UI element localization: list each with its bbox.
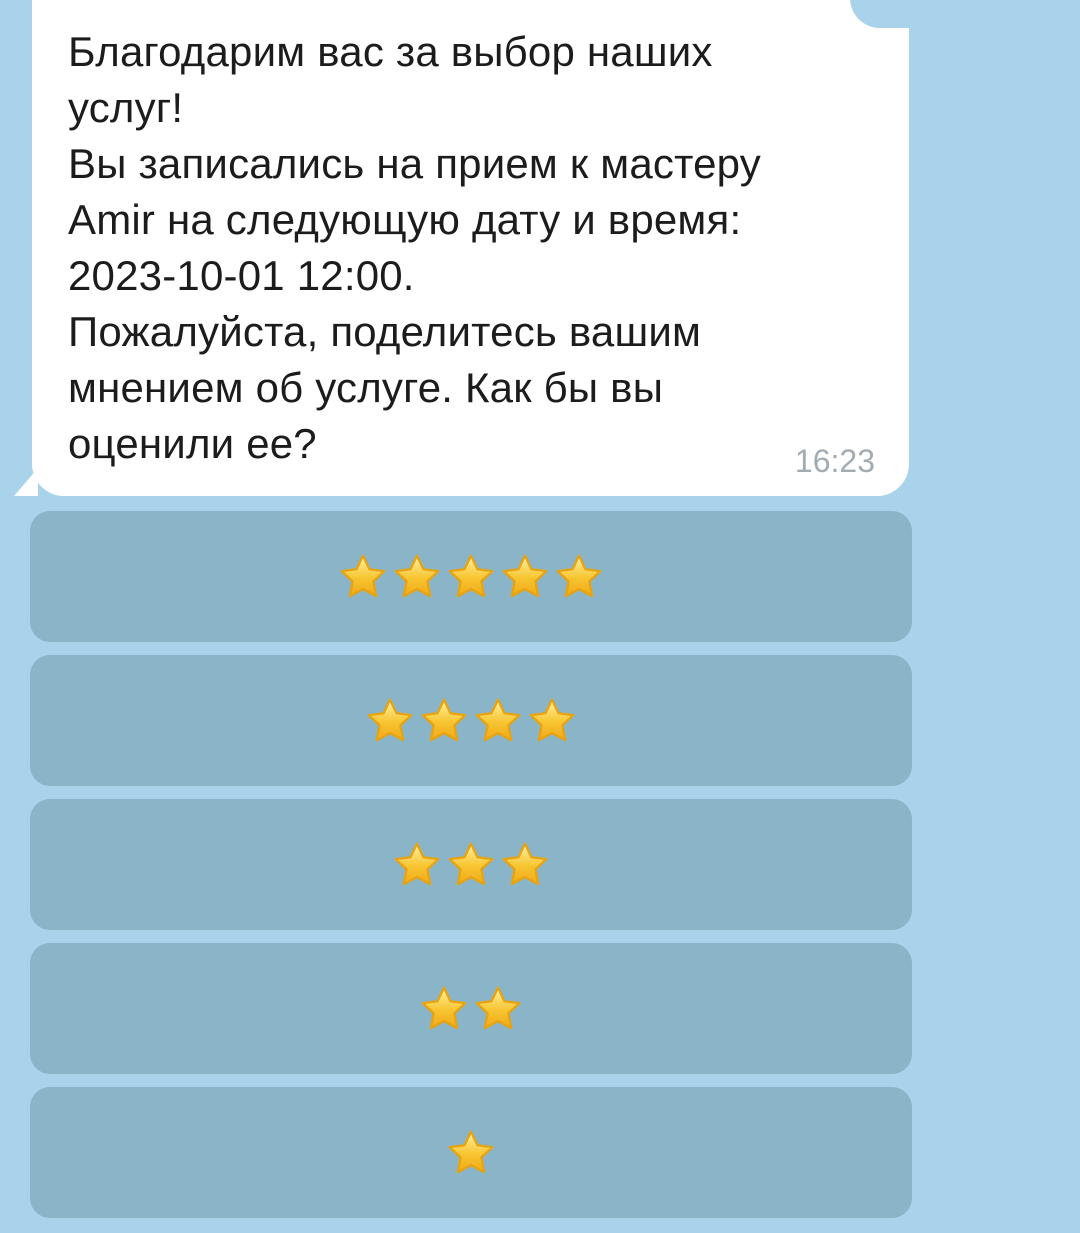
stars-row: [418, 984, 524, 1034]
star-icon: [448, 1130, 494, 1173]
star-icon: [502, 842, 548, 885]
rating-button-2-stars[interactable]: [30, 943, 912, 1074]
rating-button-5-stars[interactable]: [30, 511, 912, 642]
chat-area: Благодарим вас за выбор наших услуг! Вы …: [0, 0, 1080, 1233]
star-icon: [448, 554, 494, 597]
star-icon: [556, 554, 602, 597]
rating-button-4-stars[interactable]: [30, 655, 912, 786]
message-text: Благодарим вас за выбор наших услуг! Вы …: [68, 28, 761, 467]
message-time: 16:23: [794, 443, 875, 479]
star-icon: [448, 842, 494, 885]
stars-row: [364, 696, 578, 746]
star-icon: [502, 554, 548, 597]
stars-row: [445, 1128, 497, 1178]
star-icon: [529, 698, 575, 741]
stars-row: [391, 840, 551, 890]
message-bubble: Благодарим вас за выбор наших услуг! Вы …: [32, 0, 910, 496]
star-icon: [421, 986, 467, 1029]
stars-row: [337, 552, 605, 602]
star-icon: [367, 698, 413, 741]
star-icon: [475, 986, 521, 1029]
star-icon: [475, 698, 521, 741]
star-icon: [394, 554, 440, 597]
star-icon: [394, 842, 440, 885]
star-icon: [421, 698, 467, 741]
star-icon: [340, 554, 386, 597]
rating-button-3-stars[interactable]: [30, 799, 912, 930]
rating-keyboard: [30, 511, 912, 1218]
rating-button-1-star[interactable]: [30, 1087, 912, 1218]
